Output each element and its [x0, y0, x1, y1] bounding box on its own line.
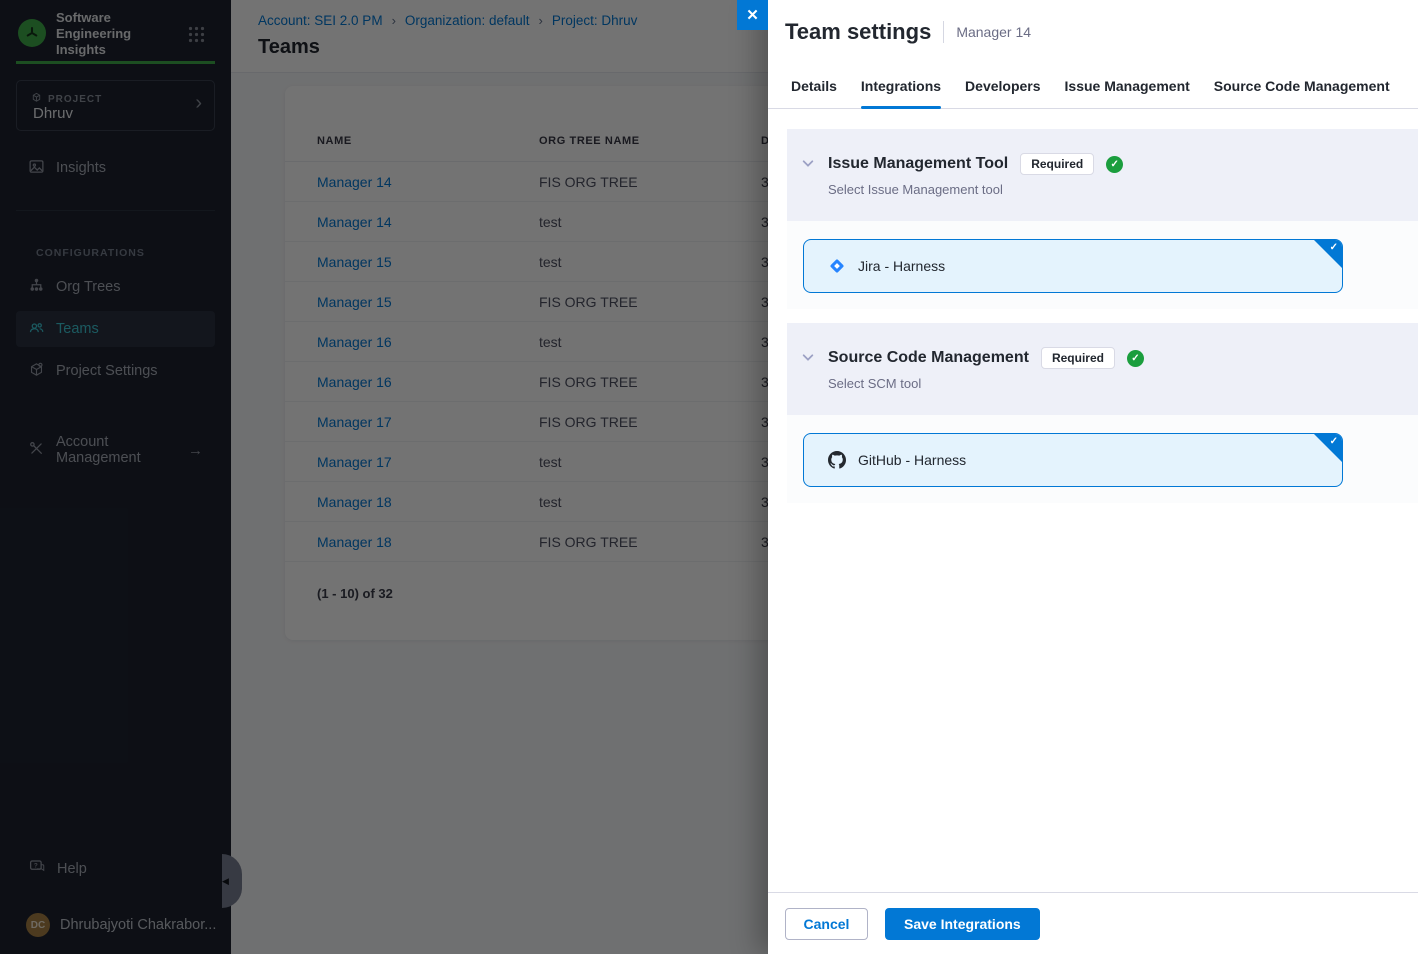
- section-subtitle: Select SCM tool: [828, 376, 1144, 391]
- drawer-tabs: Details Integrations Developers Issue Ma…: [768, 63, 1418, 109]
- section-complete-check-icon: ✓: [1106, 156, 1123, 173]
- chevron-down-icon[interactable]: [801, 156, 815, 175]
- tab-integrations[interactable]: Integrations: [861, 63, 941, 108]
- selected-corner: [1313, 239, 1343, 269]
- section-card-list: Jira - Harness ✓: [787, 221, 1418, 309]
- tab-developers[interactable]: Developers: [965, 63, 1040, 108]
- section-subtitle: Select Issue Management tool: [828, 182, 1123, 197]
- integration-card-jira[interactable]: Jira - Harness ✓: [803, 239, 1343, 293]
- drawer-header: Team settings Manager 14: [768, 0, 1418, 63]
- team-settings-drawer: Team settings Manager 14 Details Integra…: [768, 0, 1418, 954]
- chevron-down-icon[interactable]: [801, 350, 815, 369]
- drawer-subtitle: Manager 14: [956, 24, 1031, 40]
- jira-icon: [828, 257, 846, 275]
- integration-card-github[interactable]: GitHub - Harness ✓: [803, 433, 1343, 487]
- required-badge: Required: [1020, 153, 1094, 175]
- drawer-body: Issue Management Tool Required ✓ Select …: [768, 109, 1418, 503]
- close-drawer-button[interactable]: ✕: [737, 0, 768, 30]
- section-title: Issue Management Tool: [828, 155, 1008, 173]
- section-header: Source Code Management Required ✓ Select…: [787, 323, 1418, 415]
- modal-backdrop[interactable]: [0, 0, 768, 954]
- tab-details[interactable]: Details: [791, 63, 837, 108]
- selected-check-icon: ✓: [1330, 242, 1338, 253]
- section-complete-check-icon: ✓: [1127, 350, 1144, 367]
- tab-source-code-management[interactable]: Source Code Management: [1214, 63, 1390, 108]
- drawer-footer: Cancel Save Integrations: [768, 892, 1418, 954]
- integration-card-label: Jira - Harness: [858, 258, 945, 274]
- github-icon: [828, 451, 846, 469]
- section-title: Source Code Management: [828, 349, 1029, 367]
- drawer-title: Team settings: [785, 19, 931, 45]
- selected-check-icon: ✓: [1330, 436, 1338, 447]
- required-badge: Required: [1041, 347, 1115, 369]
- section-card-list: GitHub - Harness ✓: [787, 415, 1418, 503]
- title-divider: [943, 21, 944, 43]
- save-integrations-button[interactable]: Save Integrations: [885, 908, 1040, 940]
- close-icon: ✕: [746, 6, 759, 24]
- issue-management-section: Issue Management Tool Required ✓ Select …: [787, 129, 1418, 309]
- section-header: Issue Management Tool Required ✓ Select …: [787, 129, 1418, 221]
- tab-issue-management[interactable]: Issue Management: [1065, 63, 1190, 108]
- selected-corner: [1313, 433, 1343, 463]
- source-code-management-section: Source Code Management Required ✓ Select…: [787, 323, 1418, 503]
- integration-card-label: GitHub - Harness: [858, 452, 966, 468]
- cancel-button[interactable]: Cancel: [785, 908, 868, 940]
